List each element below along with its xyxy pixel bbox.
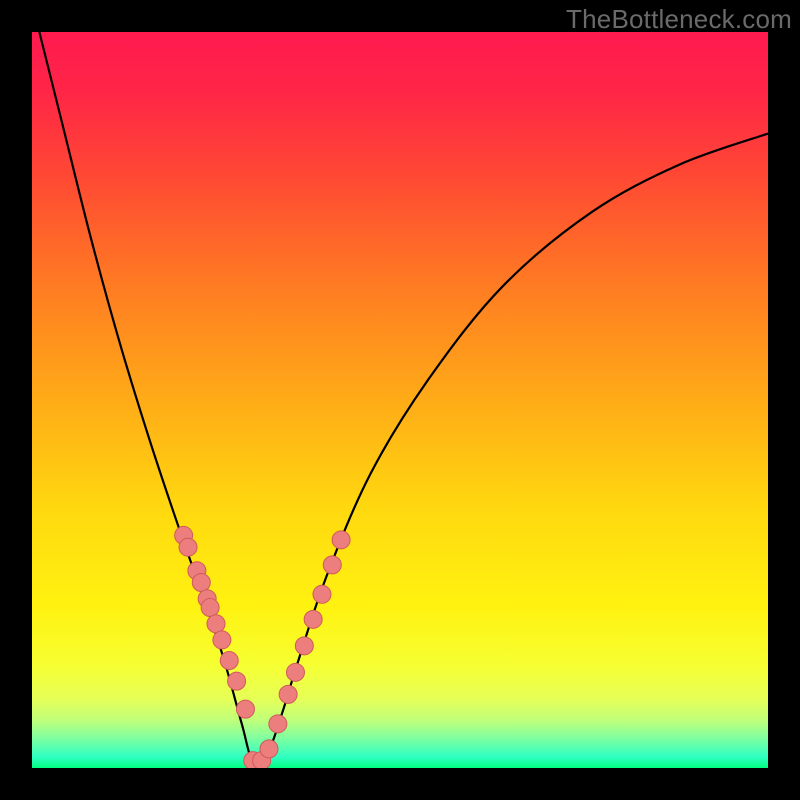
highlighted-point — [179, 538, 197, 556]
highlighted-point — [313, 585, 331, 603]
plot-area — [32, 32, 768, 768]
chart-stage: TheBottleneck.com — [0, 0, 800, 800]
highlighted-point — [304, 610, 322, 628]
highlighted-point — [236, 700, 254, 718]
highlighted-point — [269, 715, 287, 733]
highlighted-point — [213, 631, 231, 649]
highlighted-point — [220, 652, 238, 670]
highlighted-point — [201, 599, 219, 617]
watermark-text: TheBottleneck.com — [566, 4, 792, 35]
highlighted-points-group — [175, 526, 351, 768]
highlighted-point — [279, 685, 297, 703]
highlighted-point — [192, 574, 210, 592]
highlighted-point — [286, 663, 304, 681]
highlighted-point — [295, 637, 313, 655]
highlighted-point — [260, 740, 278, 758]
bottleneck-curve — [39, 32, 768, 763]
highlighted-point — [323, 556, 341, 574]
highlighted-point — [228, 672, 246, 690]
highlighted-point — [332, 531, 350, 549]
curve-layer — [32, 32, 768, 768]
highlighted-point — [207, 615, 225, 633]
